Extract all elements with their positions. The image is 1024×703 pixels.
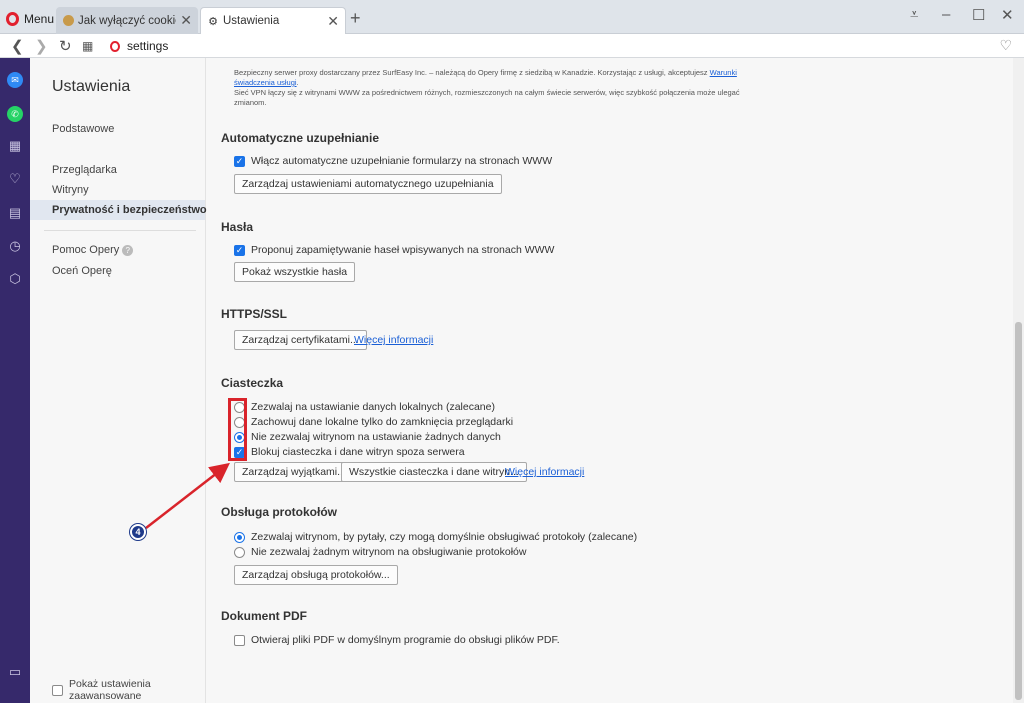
cookies-label-block-all: Nie zezwalaj witrynom na ustawianie żadn… [251, 431, 501, 443]
autofill-title: Automatyczne uzupełnianie [221, 131, 380, 145]
passwords-title: Hasła [221, 220, 254, 234]
protocols-label-allow: Zezwalaj witrynom, by pytały, czy mogą d… [251, 531, 638, 543]
protocols-option-allow[interactable]: Zezwalaj witrynom, by pytały, czy mogą d… [234, 531, 637, 543]
protocols-title: Obsługa protokołów [221, 505, 337, 519]
opera-logo-icon [6, 12, 19, 26]
protocols-radio-allow[interactable] [234, 531, 245, 543]
pdf-checkbox[interactable] [234, 634, 245, 646]
https-title: HTTPS/SSL [221, 307, 288, 321]
tab-settings[interactable]: ⚙ Ustawienia ✕ [200, 7, 346, 34]
advanced-settings-row[interactable]: Pokaż ustawienia zaawansowane [52, 678, 205, 702]
reload-icon[interactable]: ↻ [59, 37, 72, 55]
autofill-checkbox[interactable]: ✓ [234, 155, 245, 167]
speed-dial-icon[interactable]: ▦ [7, 138, 23, 154]
speed-dial-icon[interactable]: ▦ [82, 39, 93, 53]
back-icon[interactable]: ❮ [11, 37, 24, 55]
manage-certificates-button[interactable]: Zarządzaj certyfikatami... [234, 330, 367, 350]
vpn-description: Bezpieczny serwer proxy dostarczany prze… [234, 68, 754, 108]
pdf-option[interactable]: Otwieraj pliki PDF w domyślnym programie… [234, 634, 560, 646]
annotation-highlight-box [228, 398, 247, 461]
passwords-option[interactable]: ✓ Proponuj zapamiętywanie haseł wpisywan… [234, 244, 554, 256]
url-text: settings [127, 39, 169, 53]
cookies-option-block-all[interactable]: Nie zezwalaj witrynom na ustawianie żadn… [234, 431, 501, 443]
all-cookies-button[interactable]: Wszystkie ciasteczka i dane witryn... [341, 462, 527, 482]
gear-icon: ⚙ [208, 15, 218, 28]
manage-exceptions-button[interactable]: Zarządzaj wyjątkami... [234, 462, 354, 482]
autofill-label: Włącz automatyczne uzupełnianie formular… [251, 155, 553, 167]
nav-item-browser[interactable]: Przeglądarka [52, 164, 117, 176]
tab-label: Jak wyłączyć cookies – ws [78, 14, 176, 27]
bookmark-heart-icon[interactable]: ♡ [999, 37, 1012, 54]
cookies-option-session[interactable]: Zachowuj dane lokalne tylko do zamknięci… [234, 416, 513, 428]
new-tab-button[interactable]: + [350, 8, 361, 29]
url-field[interactable]: settings [104, 36, 1016, 56]
tab-menu-icon[interactable]: ⩡ [910, 6, 918, 23]
nav-item-rate[interactable]: Oceń Operę [52, 265, 112, 277]
whatsapp-icon[interactable]: ✆ [7, 106, 23, 122]
advanced-settings-checkbox[interactable] [52, 684, 63, 696]
cookies-option-allow[interactable]: Zezwalaj na ustawianie danych lokalnych … [234, 401, 495, 413]
pdf-title: Dokument PDF [221, 609, 308, 623]
help-label: Pomoc Opery [52, 244, 120, 256]
annotation-step-badge: 4 [130, 524, 146, 540]
extensions-cube-icon[interactable]: ⬡ [7, 271, 23, 287]
opera-logo-icon [110, 40, 120, 52]
opera-menu-button[interactable]: Menu [6, 9, 54, 29]
passwords-label: Proponuj zapamiętywanie haseł wpisywanyc… [251, 244, 555, 256]
cookies-label-third-party: Blokuj ciasteczka i dane witryn spoza se… [251, 446, 465, 458]
scrollbar-thumb[interactable] [1015, 322, 1022, 700]
protocols-option-deny[interactable]: Nie zezwalaj żadnym witrynom na obsługiw… [234, 546, 526, 558]
settings-nav: Ustawienia Podstawowe Przeglądarka Witry… [30, 58, 207, 703]
tab-bar: Menu Jak wyłączyć cookies – ws ✕ ⚙ Ustaw… [0, 0, 1024, 34]
settings-title: Ustawienia [52, 78, 131, 95]
tab-cookies-article[interactable]: Jak wyłączyć cookies – ws ✕ [56, 7, 198, 34]
vpn-terms-link-1[interactable]: Warunki [710, 68, 737, 77]
nav-divider [44, 230, 196, 231]
nav-item-websites[interactable]: Witryny [52, 184, 89, 196]
menu-label: Menu [24, 12, 55, 26]
address-bar: ❮ ❯ ↻ ▦ settings ♡ [0, 34, 1024, 58]
vpn-text-2: Sieć VPN łączy się z witrynami WWW za po… [234, 88, 740, 97]
https-more-info-link[interactable]: Więcej informacji [354, 334, 433, 346]
vpn-terms-link-2[interactable]: świadczenia usługi [234, 78, 297, 87]
minimize-icon[interactable]: – [942, 6, 950, 23]
cookies-label-allow: Zezwalaj na ustawianie danych lokalnych … [251, 401, 495, 413]
cookies-option-third-party[interactable]: ✓ Blokuj ciasteczka i dane witryn spoza … [234, 446, 465, 458]
cookies-label-session: Zachowuj dane lokalne tylko do zamknięci… [251, 416, 514, 428]
opera-sidebar: ✉ ✆ ▦ ♡ ▤ ◷ ⬡ ▭ [0, 58, 30, 703]
advanced-settings-label: Pokaż ustawienia zaawansowane [69, 678, 151, 702]
close-window-icon[interactable]: ✕ [1001, 6, 1014, 24]
nav-item-basic[interactable]: Podstawowe [52, 123, 114, 135]
vpn-text-end: . [296, 78, 299, 87]
help-icon: ? [122, 244, 134, 256]
messenger-icon[interactable]: ✉ [7, 72, 23, 88]
vpn-text-1: Bezpieczny serwer proxy dostarczany prze… [234, 68, 710, 77]
history-clock-icon[interactable]: ◷ [7, 238, 23, 254]
nav-item-help[interactable]: Pomoc Opery? [52, 244, 134, 256]
nav-item-privacy[interactable]: Prywatność i bezpieczeństwo [30, 200, 207, 220]
tab-label: Ustawienia [223, 15, 280, 27]
forward-icon[interactable]: ❯ [35, 37, 48, 55]
tab-close-icon[interactable]: ✕ [180, 12, 192, 29]
protocols-radio-deny[interactable] [234, 546, 245, 558]
autofill-option[interactable]: ✓ Włącz automatyczne uzupełnianie formul… [234, 155, 552, 167]
vpn-text-3: zmianom. [234, 98, 267, 107]
cookies-title: Ciasteczka [221, 376, 284, 390]
heart-icon[interactable]: ♡ [7, 171, 23, 187]
news-icon[interactable]: ▤ [7, 205, 23, 221]
manage-protocols-button[interactable]: Zarządzaj obsługą protokołów... [234, 565, 398, 585]
autofill-manage-button[interactable]: Zarządzaj ustawieniami automatycznego uz… [234, 174, 502, 194]
show-passwords-button[interactable]: Pokaż wszystkie hasła [234, 262, 356, 282]
protocols-label-deny: Nie zezwalaj żadnym witrynom na obsługiw… [251, 546, 527, 558]
passwords-checkbox[interactable]: ✓ [234, 244, 245, 256]
cookies-more-info-link[interactable]: Więcej informacji [505, 466, 584, 478]
cookie-icon [62, 15, 74, 27]
pdf-label: Otwieraj pliki PDF w domyślnym programie… [251, 634, 560, 646]
sidebar-toggle-icon[interactable]: ▭ [7, 664, 23, 680]
tab-close-icon[interactable]: ✕ [327, 13, 339, 30]
maximize-icon[interactable]: ☐ [972, 6, 985, 24]
